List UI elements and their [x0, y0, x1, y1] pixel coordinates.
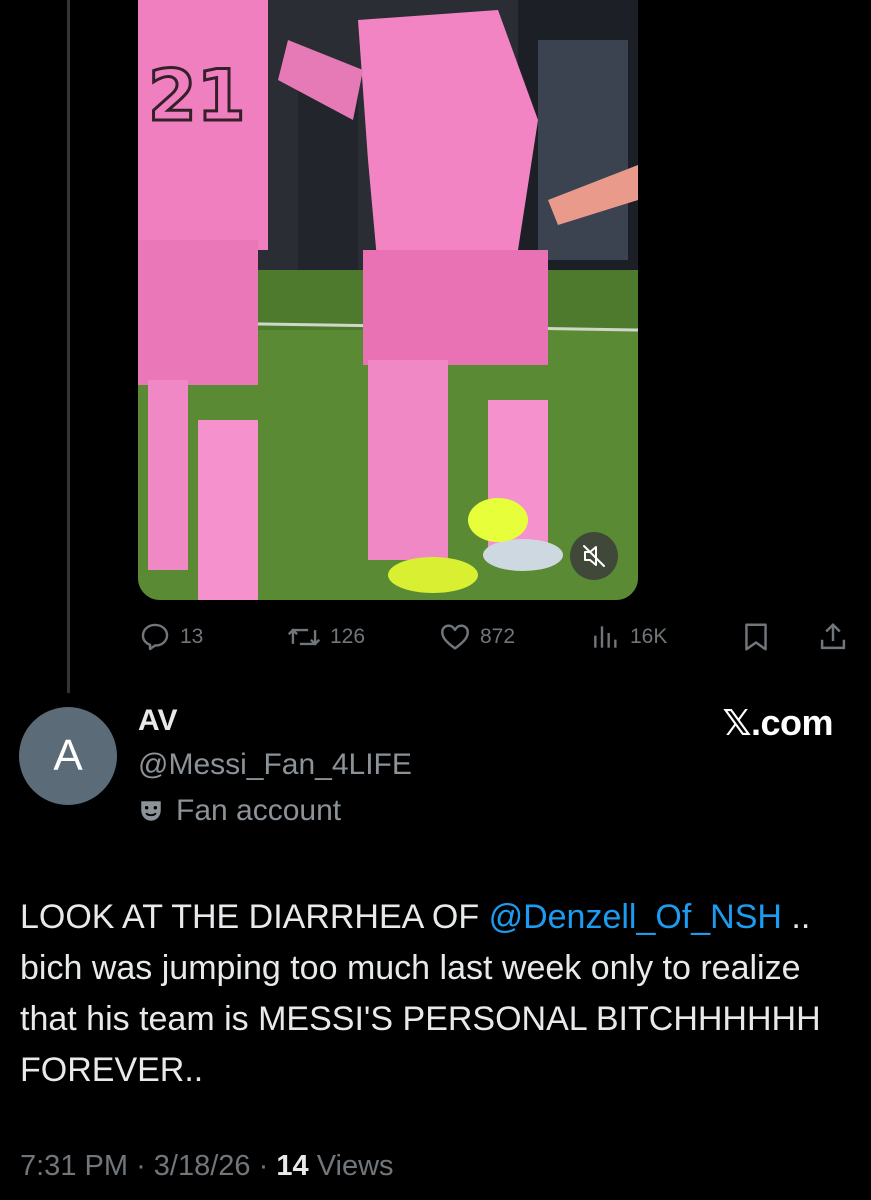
- share-icon: [820, 622, 846, 650]
- bookmark-button[interactable]: [741, 615, 771, 659]
- reply-count: 13: [180, 625, 204, 648]
- heart-icon: [441, 624, 469, 650]
- user-handle[interactable]: @Messi_Fan_4LIFE: [138, 748, 412, 782]
- reply-icon: [141, 623, 169, 651]
- mention-link[interactable]: @Denzell_Of_NSH: [489, 898, 782, 936]
- post-date[interactable]: 3/18/26: [154, 1150, 251, 1182]
- thread-connector-line: [67, 0, 70, 693]
- repost-count: 126: [330, 625, 366, 648]
- like-count: 872: [480, 625, 516, 648]
- reply-button[interactable]: 13: [138, 615, 203, 659]
- meta-separator: ·: [258, 1150, 269, 1182]
- tweet-text: LOOK AT THE DIARRHEA OF @Denzell_Of_NSH …: [20, 892, 850, 1096]
- post-time[interactable]: 7:31 PM: [20, 1150, 128, 1182]
- repost-icon: [287, 628, 321, 646]
- avatar[interactable]: A: [19, 707, 117, 805]
- like-button[interactable]: 872: [438, 615, 515, 659]
- speaker-muted-icon: [583, 545, 605, 567]
- views-label: Views: [316, 1150, 394, 1182]
- svg-text:21: 21: [148, 55, 245, 137]
- avatar-letter: A: [53, 731, 83, 780]
- post-metadata: 7:31 PM · 3/18/26 · 14 Views: [20, 1150, 394, 1183]
- tweet-text-start: LOOK AT THE DIARRHEA OF: [20, 898, 489, 936]
- theater-masks-icon: [141, 801, 161, 821]
- x-com-watermark: 𝕏.com: [722, 702, 833, 743]
- views-button[interactable]: 16K: [590, 615, 667, 659]
- share-button[interactable]: [818, 615, 848, 659]
- video-frame: 21: [138, 0, 638, 600]
- repost-button[interactable]: 126: [286, 615, 365, 659]
- analytics-icon: [594, 626, 617, 648]
- meta-separator: ·: [136, 1150, 146, 1182]
- mute-button[interactable]: [570, 532, 618, 580]
- post-action-bar: 13 126 872 16K: [138, 615, 850, 659]
- view-count: 16K: [630, 625, 668, 648]
- account-label: Fan account: [138, 794, 341, 828]
- account-label-text: Fan account: [176, 794, 342, 827]
- views-count: 14: [276, 1150, 309, 1182]
- video-player[interactable]: 21: [138, 0, 638, 600]
- display-name[interactable]: AV: [138, 704, 177, 738]
- bookmark-icon: [745, 623, 767, 651]
